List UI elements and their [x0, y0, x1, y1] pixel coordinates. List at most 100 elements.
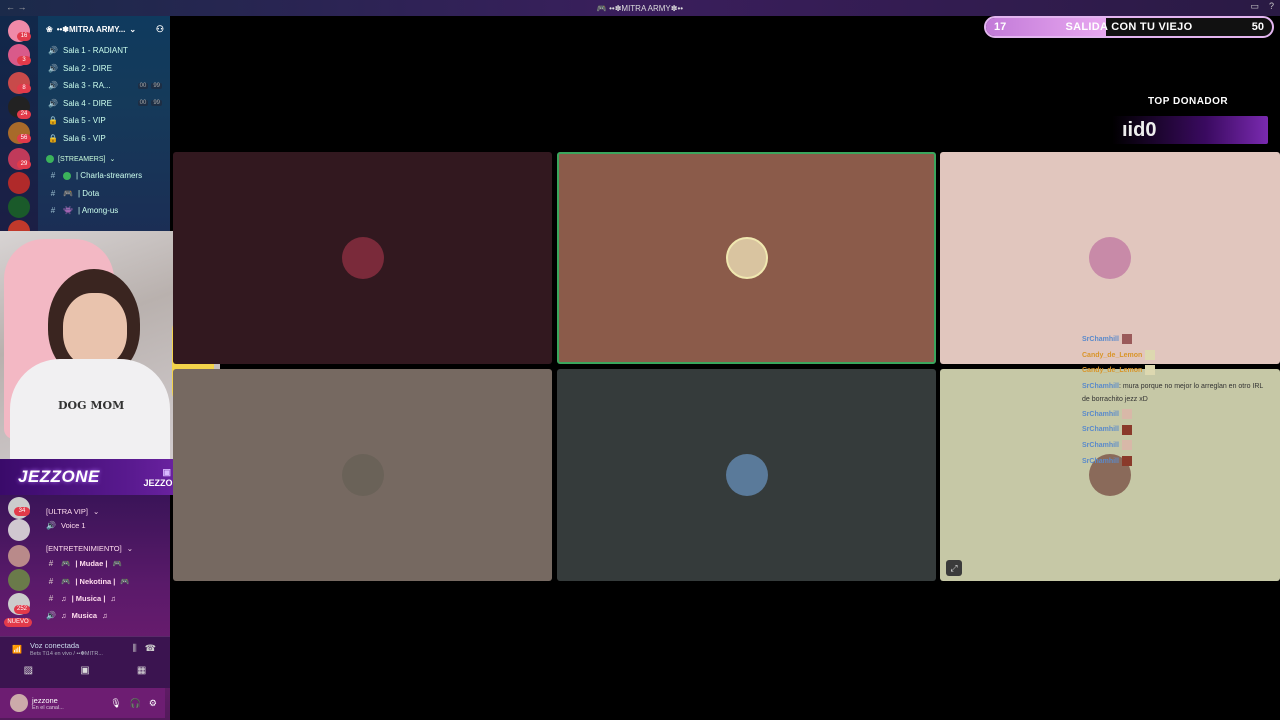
hash-icon: # [50, 206, 56, 216]
mention-badge: 8 [17, 84, 31, 93]
video-tile[interactable] [173, 369, 552, 581]
video-tile[interactable] [173, 152, 552, 364]
avatar [1089, 237, 1131, 279]
chevron-down-icon: ⌄ [92, 507, 100, 516]
emote-icon [1145, 365, 1156, 376]
disconnect-icon[interactable]: ☎ [145, 643, 156, 654]
avatar[interactable] [10, 694, 28, 712]
channel-sidebar: ❀ ••✽MITRA ARMY... ⌄ ⚇ 🔊 Sala 1 - RADIANT… [38, 16, 170, 232]
server-name: ••✽MITRA ARMY... [56, 24, 126, 34]
twitch-icon: ▣ [162, 466, 171, 477]
hash-icon: # [48, 594, 54, 603]
voice-subtitle: Bets Ti14 en vivo / ••✽MITR... [30, 651, 103, 657]
text-channel[interactable]: # 🎮 | Dota [38, 185, 170, 203]
emote-icon [1121, 440, 1132, 451]
emote-icon [1121, 408, 1132, 419]
video-tile-speaking[interactable] [557, 152, 936, 364]
nav-arrows[interactable]: ← → [6, 2, 27, 12]
speaker-icon: 🔊 [46, 611, 56, 620]
speaker-icon: 🔊 [46, 521, 56, 530]
headphones-icon[interactable]: 🎧 [130, 698, 141, 709]
voice-channel[interactable]: 🔊 Sala 1 - RADIANT [38, 42, 170, 60]
music-note-icon: ♫ [61, 594, 67, 603]
speaker-icon: 🔊 [48, 46, 58, 56]
server-icon[interactable] [8, 172, 30, 194]
gamepad-icon: 🎮 [63, 188, 73, 198]
chat-message: SrChamhill [1082, 454, 1272, 470]
chat-overlay: SrChamhill Candy_de_Lemon Candy_de_Lemon… [1082, 332, 1272, 469]
shirt-text: DOG MOM [58, 399, 125, 412]
gear-icon[interactable]: ⚙ [149, 698, 157, 709]
chevron-down-icon: ⌄ [129, 24, 137, 34]
hash-icon: # [50, 188, 56, 198]
voice-connection-panel: 📶 Voz conectada Bets Ti14 en vivo / ••✽M… [0, 636, 170, 688]
new-badge: NUEVO [4, 618, 32, 627]
avatar [341, 454, 384, 496]
server-icon[interactable] [8, 545, 30, 567]
server-icon[interactable] [8, 569, 30, 591]
category-streamers[interactable]: [STREAMERS] ⌄ [38, 151, 170, 167]
status-dot-icon [46, 155, 54, 163]
brand-logo: JEZZONE [18, 467, 100, 486]
hash-icon: # [50, 171, 56, 181]
avatar [725, 454, 768, 496]
user-status: En el canal... [32, 704, 64, 711]
speaker-icon: 🔊 [48, 98, 58, 108]
globe-icon [63, 171, 71, 180]
popout-icon[interactable]: ⤢ [946, 560, 962, 576]
chevron-down-icon: ⌄ [109, 156, 116, 163]
voice-channel[interactable]: 🔊 Voice 1 [38, 517, 170, 534]
avatar [341, 237, 384, 279]
video-tile[interactable] [557, 369, 936, 581]
voice-channel[interactable]: 🔊 Sala 4 - DIRE 00 99 [38, 95, 170, 113]
mention-badge: 34 [14, 507, 30, 516]
mention-badge: 252 [14, 605, 30, 614]
ghost-icon: 👾 [63, 206, 73, 216]
add-member-icon[interactable]: ⚇ [156, 24, 164, 35]
text-channel[interactable]: # ♫ | Musica | ♫ [38, 590, 170, 607]
gamepad-icon: 🎮 [61, 577, 71, 586]
noise-suppression-icon[interactable]: ⫼ [133, 643, 137, 654]
text-channel[interactable]: # | Charla-streamers [38, 167, 170, 185]
speaker-icon: 🔊 [48, 63, 58, 73]
help-icon[interactable]: ? [1269, 1, 1274, 12]
goal-target: 50 [1251, 21, 1264, 33]
voice-channel[interactable]: 🔊 Sala 2 - DIRE [38, 60, 170, 78]
text-channel[interactable]: # 👾 | Among-us [38, 202, 170, 220]
server-emblem-icon: ❀ [46, 24, 53, 34]
gamepad-icon: 🎮 [120, 577, 130, 586]
server-icon[interactable] [8, 196, 30, 218]
music-note-icon: ♫ [102, 611, 108, 620]
gamepad-icon: 🎮 [112, 559, 122, 568]
voice-channel-locked[interactable]: 🔒 Sala 6 - VIP [38, 130, 170, 148]
server-header[interactable]: ❀ ••✽MITRA ARMY... ⌄ ⚇ [38, 16, 170, 42]
avatar [725, 237, 768, 279]
screen-share-icon[interactable]: ▣ [80, 665, 89, 676]
signal-icon: 📶 [12, 645, 22, 654]
voice-channel[interactable]: 🔊 Sala 3 - RA... 00 99 [38, 77, 170, 95]
window-title: 🎮 ••✽MITRA ARMY✽•• [596, 3, 684, 13]
voice-channel-locked[interactable]: 🔒 Sala 5 - VIP [38, 112, 170, 130]
text-channel[interactable]: # 🎮 | Nekotina | 🎮 [38, 573, 170, 590]
chat-message: SrChamhill [1082, 422, 1272, 438]
chat-message: SrChamhill [1082, 438, 1272, 454]
speaker-icon: 🔊 [48, 81, 58, 91]
mention-badge: 24 [17, 110, 31, 119]
activities-icon[interactable]: ▦ [137, 665, 146, 676]
username: jezzone [32, 695, 58, 705]
chat-message: SrChamhill [1082, 407, 1272, 423]
inbox-icon[interactable]: ▭ [1250, 1, 1259, 12]
user-panel: jezzone En el canal... 🎙 🎧 ⚙ [0, 688, 165, 718]
microphone-icon[interactable]: 🎙 [110, 698, 121, 709]
text-channel[interactable]: # 🎮 | Mudae | 🎮 [38, 555, 170, 572]
emote-icon [1121, 424, 1132, 435]
server-icon[interactable] [8, 519, 30, 541]
mention-badge: 16 [17, 32, 31, 41]
chat-message: Candy_de_Lemon [1082, 363, 1272, 379]
camera-off-icon[interactable]: ▨ [24, 665, 33, 676]
mention-badge: 56 [17, 134, 31, 143]
hash-icon: # [48, 577, 54, 586]
hash-icon: # [48, 559, 54, 568]
voice-channel[interactable]: 🔊 ♫ Musica ♫ [38, 607, 170, 624]
chat-message: SrChamhill [1082, 332, 1272, 348]
